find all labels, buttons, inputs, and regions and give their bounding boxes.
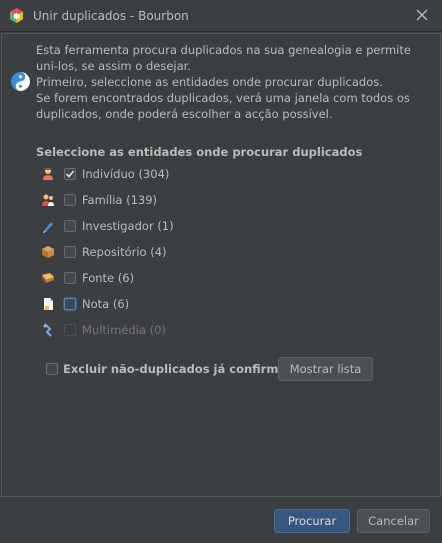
person-icon bbox=[40, 166, 56, 182]
exclude-confirmed-checkbox[interactable] bbox=[46, 363, 58, 375]
investigador-checkbox[interactable] bbox=[64, 220, 76, 232]
search-button[interactable]: Procurar bbox=[274, 509, 350, 533]
app-logo-icon bbox=[10, 8, 23, 23]
description: Esta ferramenta procura duplicados na su… bbox=[36, 42, 436, 122]
description-line-2: Primeiro, seleccione as entidades onde p… bbox=[36, 75, 383, 89]
fonte-checkbox[interactable] bbox=[64, 272, 76, 284]
section-title: Seleccione as entidades onde procurar du… bbox=[36, 145, 363, 159]
cancel-button[interactable]: Cancelar bbox=[357, 509, 430, 533]
multimedia-label: Multimédia (0) bbox=[82, 323, 166, 337]
individuo-checkbox[interactable] bbox=[64, 168, 76, 180]
exclude-confirmed-label: Excluir não-duplicados já confirmados bbox=[63, 362, 310, 376]
box-icon bbox=[40, 244, 56, 260]
entity-row-familia[interactable]: Família (139) bbox=[40, 190, 157, 210]
nota-label: Nota (6) bbox=[82, 297, 130, 311]
book-icon bbox=[40, 270, 56, 286]
entity-row-fonte[interactable]: Fonte (6) bbox=[40, 268, 134, 288]
description-line-3: Se forem encontrados duplicados, verá um… bbox=[36, 91, 410, 121]
entity-row-nota[interactable]: Nota (6) bbox=[40, 294, 129, 314]
entity-row-repositorio[interactable]: Repositório (4) bbox=[40, 242, 167, 262]
entity-row-multimedia: Multimédia (0) bbox=[40, 320, 166, 340]
repositorio-checkbox[interactable] bbox=[64, 246, 76, 258]
show-list-button[interactable]: Mostrar lista bbox=[278, 357, 373, 381]
investigador-label: Investigador (1) bbox=[82, 219, 174, 233]
close-icon bbox=[416, 9, 428, 21]
entity-row-investigador[interactable]: Investigador (1) bbox=[40, 216, 174, 236]
description-line-1: Esta ferramenta procura duplicados na su… bbox=[36, 43, 411, 73]
title-bar: Unir duplicados - Bourbon bbox=[0, 0, 442, 32]
familia-label: Família (139) bbox=[82, 193, 158, 207]
fonte-label: Fonte (6) bbox=[82, 271, 135, 285]
family-icon bbox=[40, 192, 56, 208]
media-icon bbox=[40, 322, 56, 338]
multimedia-checkbox bbox=[64, 324, 76, 336]
close-button[interactable] bbox=[412, 5, 432, 25]
yin-yang-icon bbox=[11, 72, 30, 91]
exclude-confirmed-row[interactable]: Excluir não-duplicados já confirmados bbox=[46, 358, 309, 380]
repositorio-label: Repositório (4) bbox=[82, 245, 167, 259]
note-icon bbox=[40, 296, 56, 312]
familia-checkbox[interactable] bbox=[64, 194, 76, 206]
individuo-label: Indivíduo (304) bbox=[82, 167, 170, 181]
entity-row-individuo[interactable]: Indivíduo (304) bbox=[40, 164, 169, 184]
checkmark-icon bbox=[65, 170, 75, 178]
main-panel: Esta ferramenta procura duplicados na su… bbox=[1, 33, 441, 497]
nota-checkbox[interactable] bbox=[64, 298, 76, 310]
pen-icon bbox=[40, 218, 56, 234]
window-title: Unir duplicados - Bourbon bbox=[33, 9, 189, 23]
